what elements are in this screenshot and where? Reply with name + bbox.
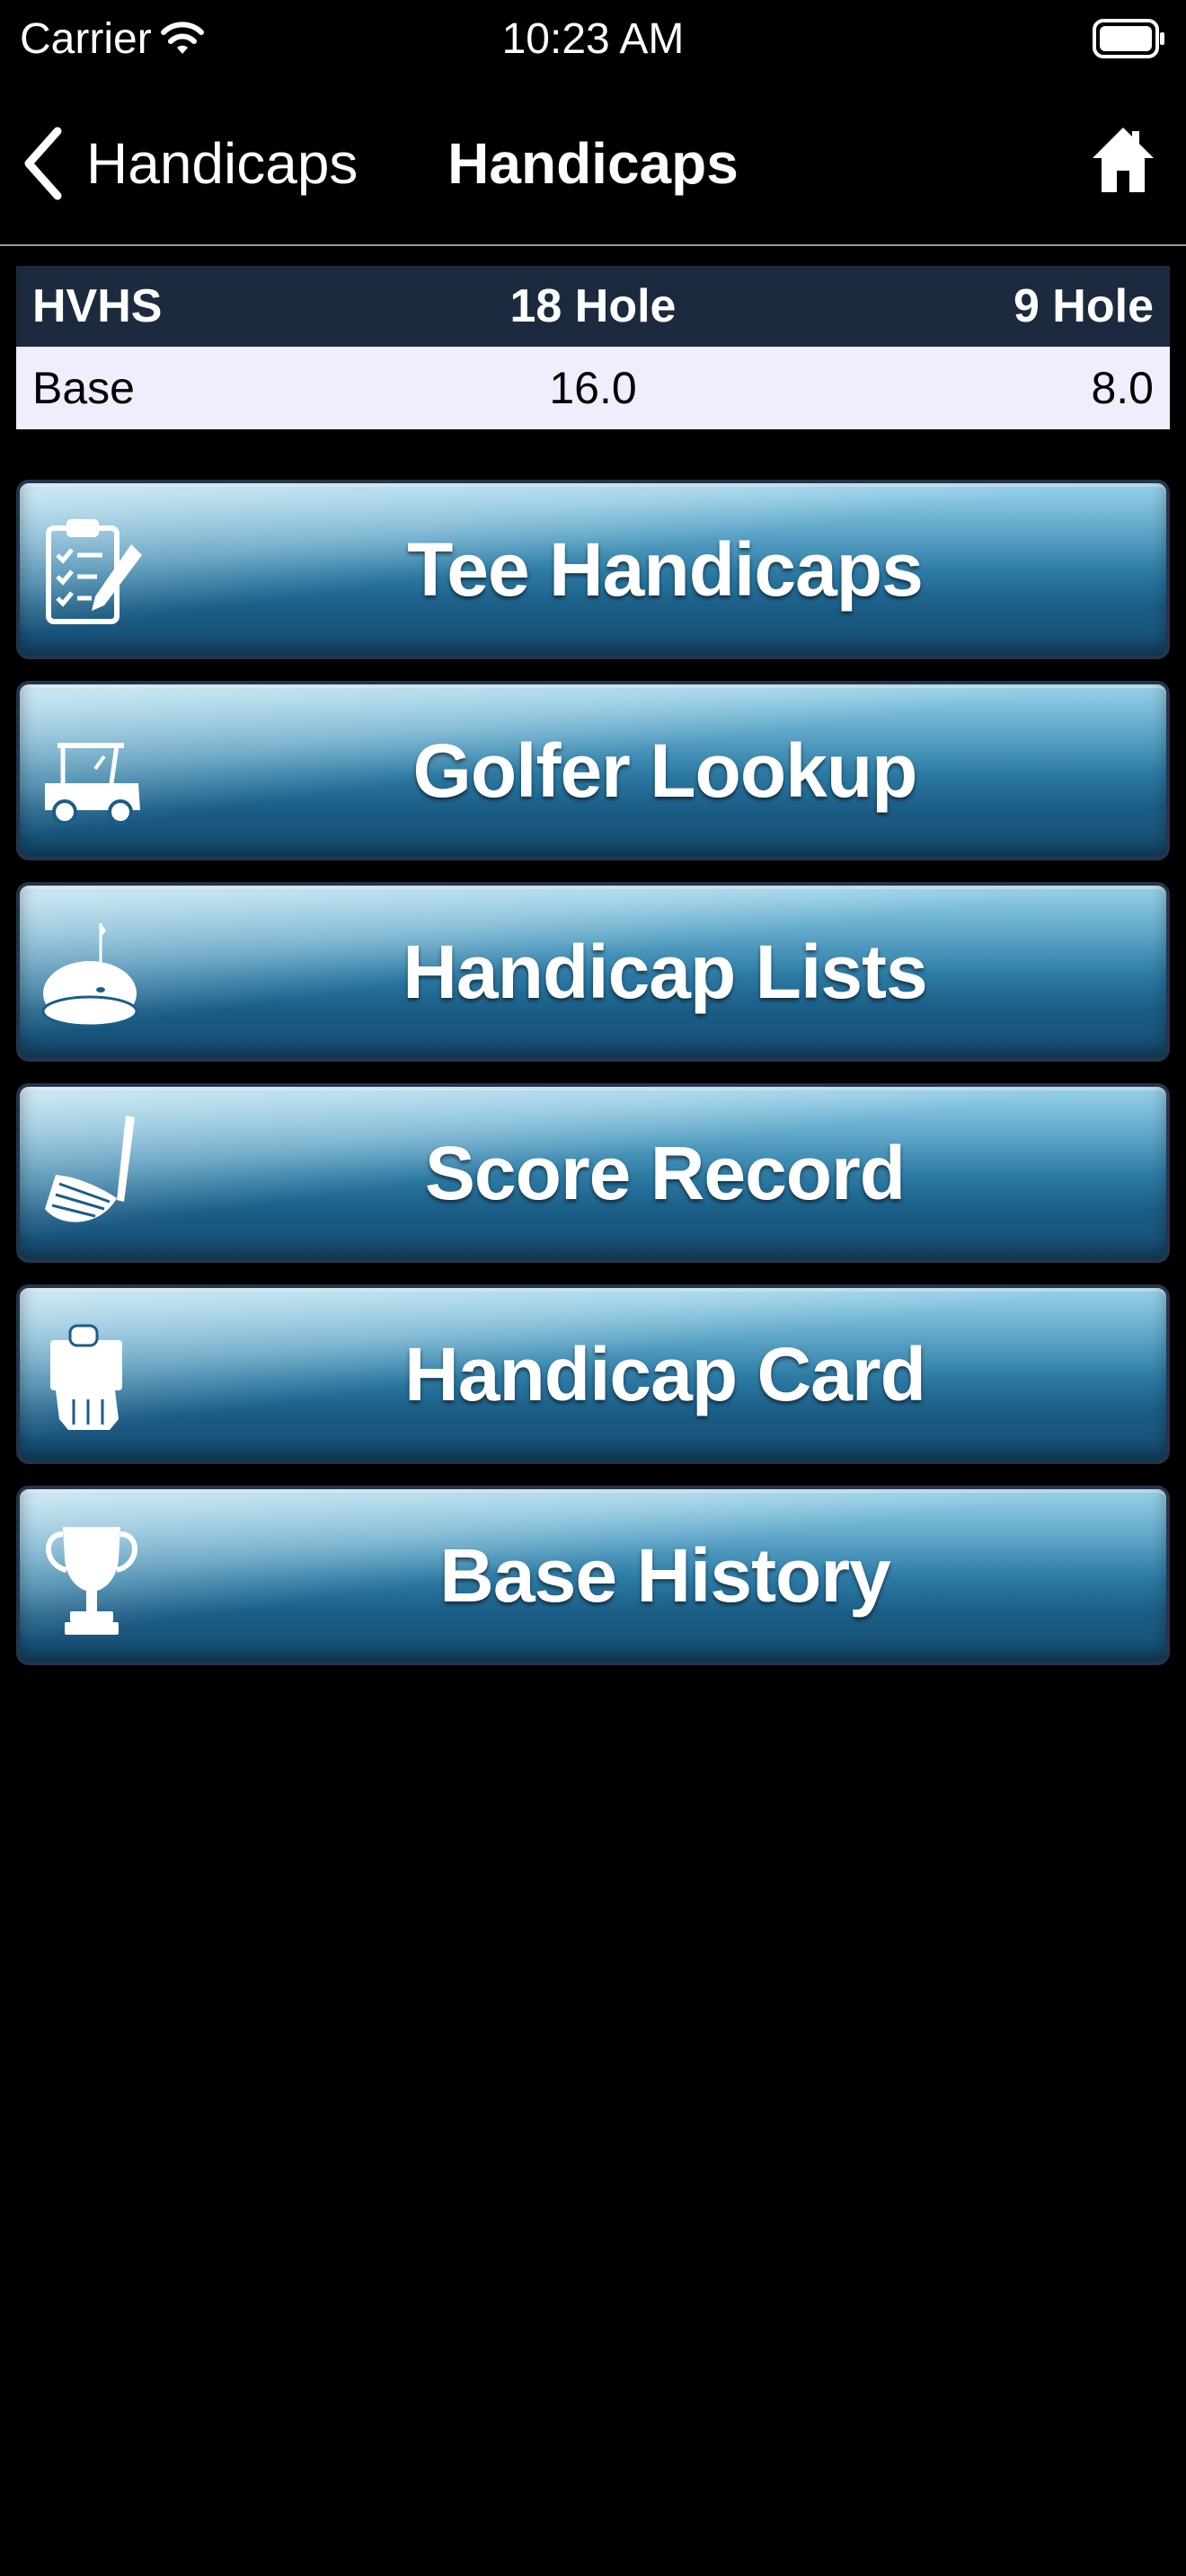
tee-handicaps-label: Tee Handicaps: [407, 526, 924, 612]
header-club: HVHS: [16, 266, 401, 347]
handicap-summary-table: HVHS 18 Hole 9 Hole Base 16.0 8.0: [16, 266, 1170, 429]
clipboard-checklist-icon: [46, 519, 142, 624]
chevron-left-icon: [24, 127, 62, 200]
handicap-menu: Tee Handicaps Golfer Lookup Handicap Lis…: [16, 480, 1170, 1687]
row-label: Base: [16, 347, 401, 429]
back-button[interactable]: Handicaps: [22, 124, 358, 203]
trophy-icon: [46, 1527, 137, 1635]
base-history-button[interactable]: Base History: [16, 1486, 1170, 1665]
golfer-lookup-button[interactable]: Golfer Lookup: [16, 681, 1170, 860]
golf-club-icon: [45, 1116, 135, 1222]
table-header-row: HVHS 18 Hole 9 Hole: [16, 266, 1170, 347]
putting-green-flag-icon: [41, 923, 138, 1028]
navigation-bar: Handicaps Handicaps: [0, 81, 1186, 246]
home-icon[interactable]: [1091, 126, 1155, 194]
header-18-hole: 18 Hole: [401, 266, 785, 347]
handicap-card-button[interactable]: Handicap Card: [16, 1284, 1170, 1464]
golf-cart-icon: [45, 743, 140, 825]
handicap-lists-button[interactable]: Handicap Lists: [16, 882, 1170, 1062]
handicap-lists-label: Handicap Lists: [403, 929, 927, 1014]
tee-handicaps-button[interactable]: Tee Handicaps: [16, 480, 1170, 659]
clock-label: 10:23 AM: [501, 15, 685, 63]
row-18-hole-value: 16.0: [401, 347, 785, 429]
score-record-label: Score Record: [424, 1130, 906, 1215]
battery-icon: [1093, 19, 1164, 58]
status-bar: Carrier 10:23 AM: [0, 0, 1186, 81]
handicap-card-label: Handicap Card: [404, 1331, 926, 1416]
hand-holding-card-icon: [50, 1324, 122, 1430]
table-row: Base 16.0 8.0: [16, 347, 1170, 429]
row-9-hole-value: 8.0: [785, 347, 1170, 429]
base-history-label: Base History: [439, 1532, 891, 1618]
back-button-label: Handicaps: [86, 131, 358, 196]
golfer-lookup-label: Golfer Lookup: [412, 728, 918, 813]
nav-divider: [0, 244, 1186, 246]
header-9-hole: 9 Hole: [785, 266, 1170, 347]
score-record-button[interactable]: Score Record: [16, 1083, 1170, 1263]
